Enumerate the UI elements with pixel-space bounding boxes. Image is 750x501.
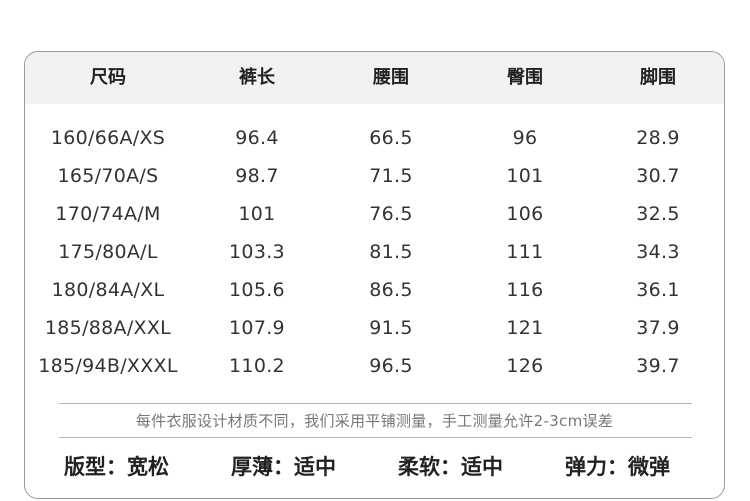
cell-hem: 28.9: [636, 127, 680, 149]
table-row: 175/80A/L 103.3 81.5 111 34.3: [25, 233, 724, 271]
cell-size: 185/94B/XXXL: [38, 355, 178, 377]
header-size: 尺码: [90, 67, 126, 88]
attr-fit-label: 版型：: [64, 455, 127, 479]
divider-top: [59, 403, 692, 404]
header-pant-length: 裤长: [239, 67, 275, 88]
cell-hem: 30.7: [636, 165, 680, 187]
cell-hem: 34.3: [636, 241, 680, 263]
header-waist: 腰围: [373, 67, 409, 88]
cell-hem: 36.1: [636, 279, 680, 301]
size-chart-card: 尺码 裤长 腰围 臀围 脚围 160/66A/XS 96.4 66.5 96 2…: [24, 51, 725, 499]
cell-size: 185/88A/XXL: [44, 317, 172, 339]
table-header: 尺码 裤长 腰围 臀围 脚围: [25, 52, 724, 104]
attr-elasticity-label: 弹力：: [565, 455, 628, 479]
cell-size: 175/80A/L: [58, 241, 158, 263]
table-row: 160/66A/XS 96.4 66.5 96 28.9: [25, 119, 724, 157]
attr-elasticity-value: 微弹: [628, 455, 670, 479]
attr-elasticity: 弹力：微弹: [565, 447, 670, 487]
attr-fit: 版型：宽松: [64, 447, 169, 487]
table-row: 185/88A/XXL 107.9 91.5 121 37.9: [25, 309, 724, 347]
measurement-note: 每件衣服设计材质不同，我们采用平铺测量，手工测量允许2-3cm误差: [135, 412, 614, 430]
table-row: 170/74A/M 101 76.5 106 32.5: [25, 195, 724, 233]
attr-fit-value: 宽松: [127, 455, 169, 479]
cell-hem: 37.9: [636, 317, 680, 339]
divider-bottom: [59, 437, 692, 438]
cell-size: 160/66A/XS: [50, 127, 166, 149]
attr-softness: 柔软：适中: [398, 447, 503, 487]
table-row: 165/70A/S 98.7 71.5 101 30.7: [25, 157, 724, 195]
attr-thickness-value: 适中: [294, 455, 336, 479]
header-hip: 臀围: [507, 67, 543, 88]
table-row: 185/94B/XXXL 110.2 96.5 126 39.7: [25, 347, 724, 385]
cell-hem: 39.7: [636, 355, 680, 377]
cell-size: 180/84A/XL: [51, 279, 165, 301]
attr-thickness: 厚薄：适中: [231, 447, 336, 487]
table-row: 180/84A/XL 105.6 86.5 116 36.1: [25, 271, 724, 309]
attr-softness-value: 适中: [461, 455, 503, 479]
cell-size: 165/70A/S: [57, 165, 159, 187]
header-hem: 脚围: [640, 67, 676, 88]
attr-thickness-label: 厚薄：: [231, 455, 294, 479]
cell-size: 170/74A/M: [55, 203, 161, 225]
attr-softness-label: 柔软：: [398, 455, 461, 479]
cell-hem: 32.5: [636, 203, 680, 225]
